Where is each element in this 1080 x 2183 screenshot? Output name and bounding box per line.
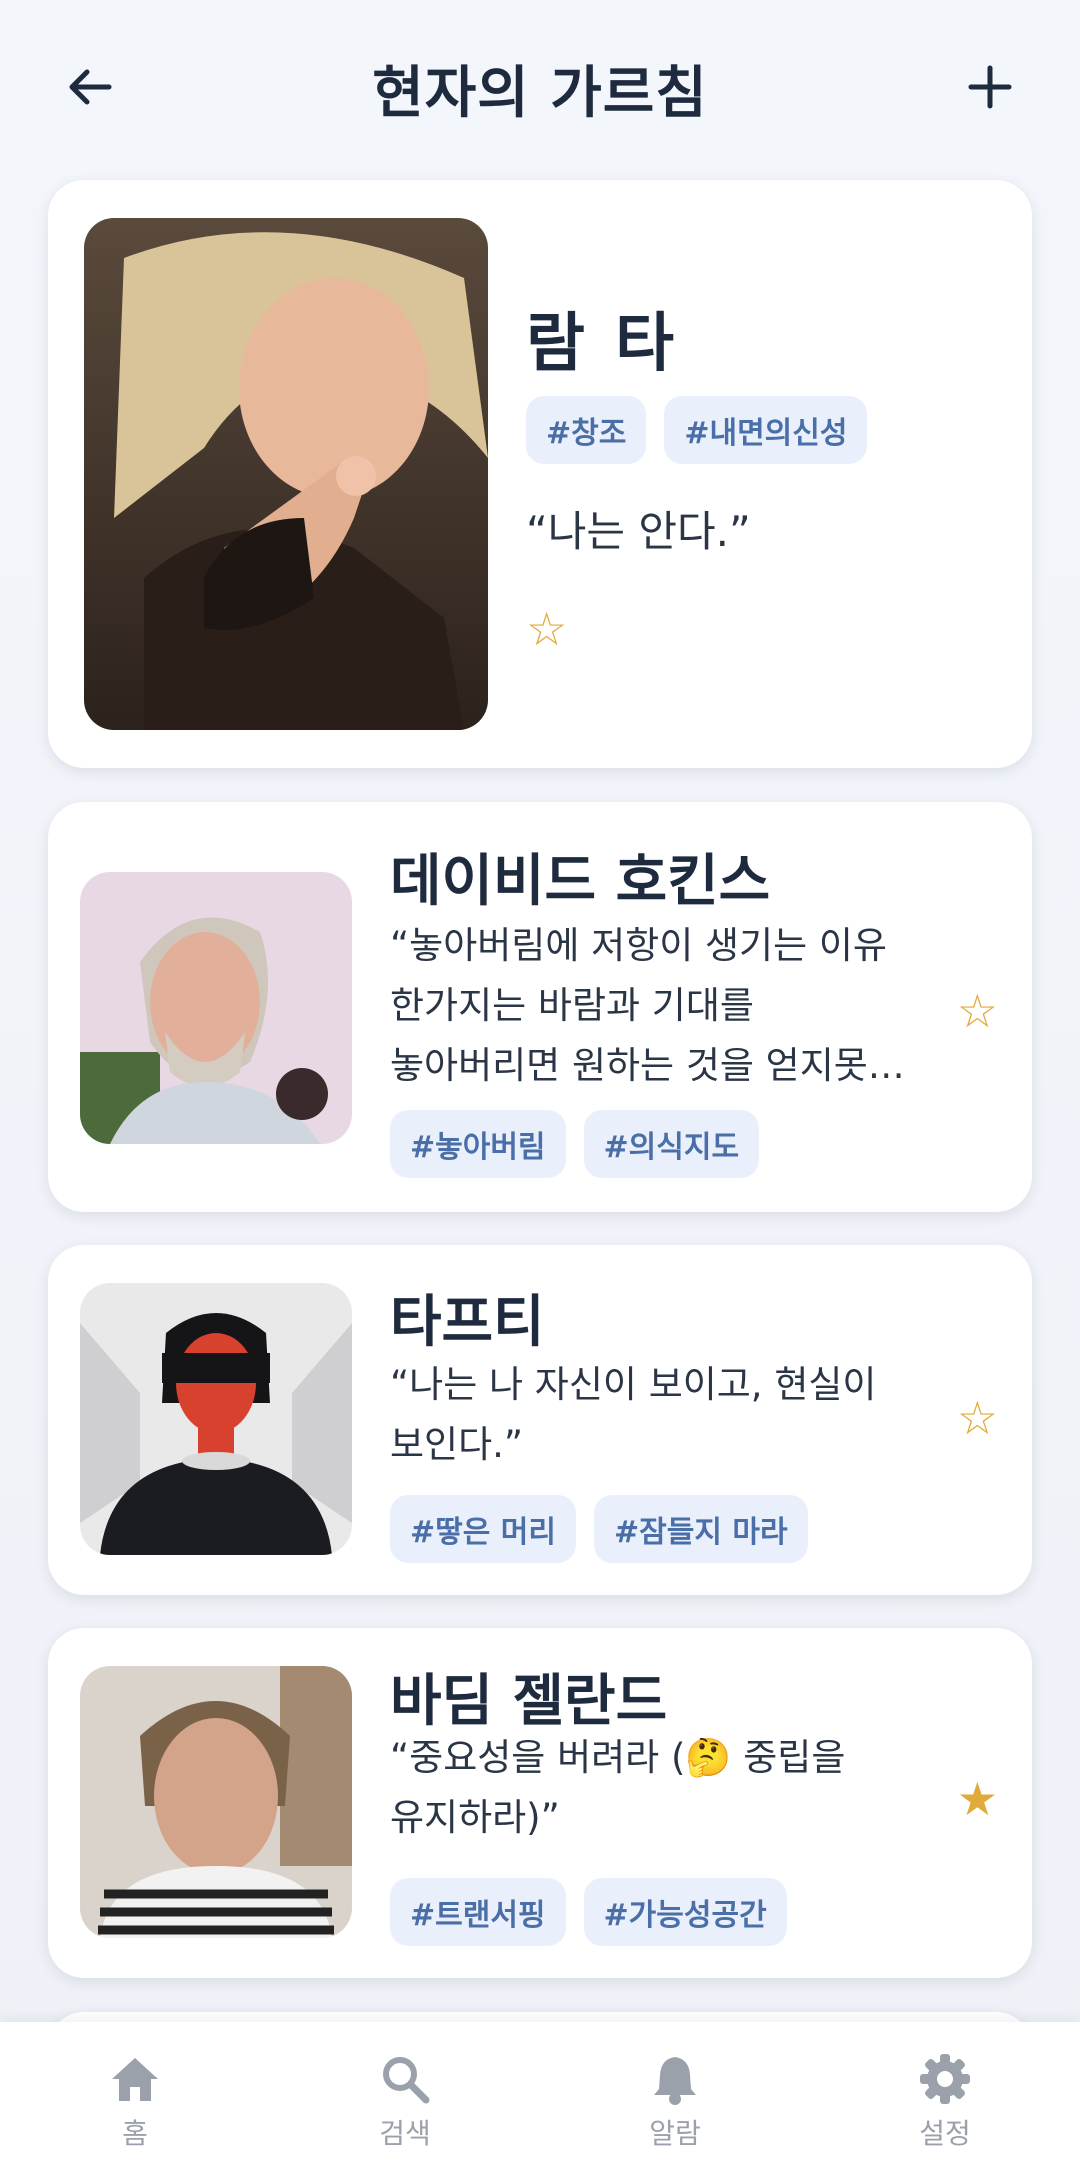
teacher-photo	[80, 872, 352, 1144]
bell-icon	[648, 2052, 702, 2106]
tag-chip[interactable]: #가능성공간	[583, 1878, 787, 1946]
nav-label: 설정	[919, 2117, 971, 2150]
teacher-quote: “중요성을 버려라 (🤔 중립을 유지하라)”	[390, 1736, 846, 1839]
plus-icon	[968, 65, 1012, 109]
favorite-star-icon[interactable]: ☆	[957, 988, 998, 1034]
tag-chip[interactable]: #잠들지 마라	[593, 1495, 808, 1563]
tag-list: #트랜서핑 #가능성공간	[390, 1878, 787, 1946]
tag-chip[interactable]: #땋은 머리	[390, 1495, 576, 1563]
favorite-star-icon[interactable]: ☆	[526, 606, 567, 652]
home-icon	[108, 2052, 162, 2106]
top-app-bar: 현자의 가르침	[0, 0, 1080, 170]
teacher-photo	[80, 1283, 352, 1555]
teacher-quote: “놓아버림에 저항이 생기는 이유 한가지는 바람과 기대를 놓아버리면 원하는…	[390, 924, 905, 1087]
tag-chip[interactable]: #창조	[526, 396, 647, 464]
favorite-star-icon[interactable]: ★	[957, 1776, 998, 1822]
app-screen: 현자의 가르침 람 타 #창조 #내면의신성 “나는 안다.” ☆ 데이비드 호…	[0, 0, 1080, 2183]
tag-list: #땋은 머리 #잠들지 마라	[390, 1495, 808, 1563]
gear-icon	[918, 2052, 972, 2106]
tag-list: #창조 #내면의신성	[526, 396, 868, 464]
nav-label: 알람	[649, 2117, 701, 2150]
teacher-photo	[80, 1666, 352, 1938]
nav-item-alarm[interactable]: 알람	[540, 2022, 810, 2183]
nav-item-home[interactable]: 홈	[0, 2022, 270, 2183]
teacher-name: 바딤 젤란드	[390, 1669, 668, 1734]
tag-chip[interactable]: #트랜서핑	[390, 1878, 566, 1946]
teacher-card[interactable]: 람 타 #창조 #내면의신성 “나는 안다.” ☆	[48, 180, 1032, 768]
nav-label: 검색	[379, 2117, 431, 2150]
teacher-card[interactable]: 바딤 젤란드 “중요성을 버려라 (🤔 중립을 유지하라)” #트랜서핑 #가능…	[48, 1628, 1032, 1978]
tag-list: #놓아버림 #의식지도	[390, 1110, 760, 1178]
search-icon	[378, 2052, 432, 2106]
teacher-card[interactable]: 데이비드 호킨스 “놓아버림에 저항이 생기는 이유 한가지는 바람과 기대를 …	[48, 802, 1032, 1212]
teacher-name: 데이비드 호킨스	[390, 849, 771, 914]
teacher-card[interactable]: 타프티 “나는 나 자신이 보이고, 현실이 보인다.” #땋은 머리 #잠들지…	[48, 1245, 1032, 1595]
add-button[interactable]	[955, 52, 1025, 122]
tag-chip[interactable]: #놓아버림	[390, 1110, 566, 1178]
teacher-quote: “나는 나 자신이 보이고, 현실이 보인다.”	[390, 1363, 877, 1466]
tag-chip[interactable]: #의식지도	[583, 1110, 760, 1178]
nav-label: 홈	[122, 2117, 148, 2150]
favorite-star-icon[interactable]: ☆	[957, 1395, 998, 1441]
nav-item-search[interactable]: 검색	[270, 2022, 540, 2183]
teacher-photo	[84, 218, 488, 730]
page-title: 현자의 가르침	[372, 61, 708, 126]
tag-chip[interactable]: #내면의신성	[664, 396, 868, 464]
nav-item-settings[interactable]: 설정	[810, 2022, 1080, 2183]
teacher-name: 람 타	[526, 307, 679, 381]
teacher-name: 타프티	[390, 1290, 545, 1355]
bottom-navigation: 홈 검색 알람 설정	[0, 2022, 1080, 2183]
teacher-quote: “나는 안다.”	[526, 507, 751, 556]
